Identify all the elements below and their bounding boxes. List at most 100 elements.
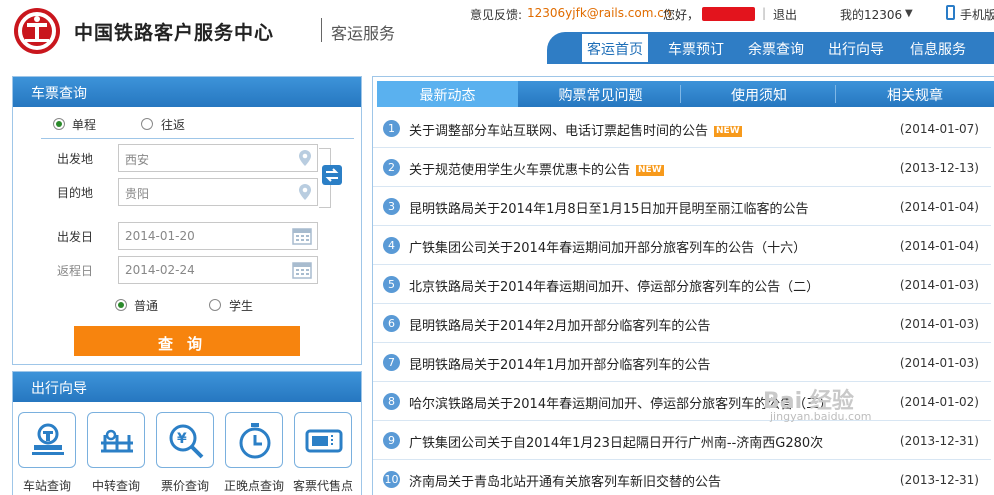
news-date: (2014-01-02) [899, 395, 979, 409]
news-date: (2013-12-13) [899, 161, 979, 175]
station-icon [18, 412, 76, 468]
nav-home[interactable]: 客运首页 [582, 34, 648, 62]
news-number-badge: 1 [383, 120, 400, 137]
nav-remaining-tickets[interactable]: 余票查询 [748, 39, 804, 59]
swap-stations-icon[interactable] [322, 165, 342, 185]
tab-usage-notes[interactable]: 使用须知 [683, 81, 835, 107]
news-number-badge: 7 [383, 354, 400, 371]
search-panel-title: 车票查询 [13, 77, 361, 107]
return-date-input[interactable]: 2014-02-24 [118, 256, 318, 284]
news-number-badge: 6 [383, 315, 400, 332]
to-label: 目的地 [57, 186, 94, 200]
topbar-separator: | [762, 6, 767, 20]
news-item[interactable]: 9 广铁集团公司关于自2014年1月23日起隔日开行广州南--济南西G280次 (2… [373, 421, 991, 460]
greeting-text: 您好， [663, 8, 700, 22]
guide-delay-query[interactable]: 正晚点查询 [224, 412, 284, 494]
news-item[interactable]: 1 关于调整部分车站互联网、电话订票起售时间的公告 NEW (2014-01-07) [373, 109, 991, 148]
news-title-link[interactable]: 广铁集团公司关于自2014年1月23日起隔日开行广州南--济南西G280次 [409, 432, 823, 451]
from-station-input[interactable]: 西安 [118, 144, 318, 172]
site-subtitle: 客运服务 [331, 24, 396, 43]
ticket-search-panel: 车票查询 单程 往返 出发地 西安 目的地 贵阳 出发日 2014-01-20 … [12, 76, 362, 365]
price-search-icon: ¥ [156, 412, 214, 468]
news-number-badge: 5 [383, 276, 400, 293]
news-item[interactable]: 5 北京铁路局关于2014年春运期间加开、停运部分旅客列车的公告（二） (2014-… [373, 265, 991, 304]
round-trip-radio[interactable] [141, 118, 153, 130]
redacted-username [702, 7, 755, 21]
new-badge: NEW [636, 165, 664, 176]
news-number-badge: 9 [383, 432, 400, 449]
return-date-value: 2014-02-24 [125, 263, 195, 277]
news-item[interactable]: 8 哈尔滨铁路局关于2014年春运期间加开、停运部分旅客列车的公告（三） (2014… [373, 382, 991, 421]
guide-label: 正晚点查询 [223, 479, 284, 493]
guide-price-query[interactable]: ¥ 票价查询 [155, 412, 215, 494]
mobile-phone-icon[interactable] [946, 5, 955, 20]
new-badge: NEW [714, 126, 742, 137]
news-title-text: 昆明铁路局关于2014年1月8日至1月15日加开昆明至丽江临客的公告 [409, 202, 809, 217]
location-pin-icon [299, 184, 311, 200]
tab-latest-news[interactable]: 最新动态 [377, 81, 518, 107]
news-tabs: 最新动态 购票常见问题 使用须知 相关规章 [377, 81, 994, 107]
depart-date-label: 出发日 [57, 230, 94, 244]
guide-station-query[interactable]: 车站查询 [17, 412, 77, 494]
news-date: (2014-01-03) [899, 278, 979, 292]
chevron-down-icon[interactable]: ▼ [905, 8, 913, 19]
guide-label: 车站查询 [22, 479, 71, 493]
guide-label: 中转查询 [91, 479, 140, 493]
svg-text:¥: ¥ [177, 431, 187, 447]
guide-label: 票价查询 [160, 479, 209, 493]
railway-logo-icon[interactable] [14, 8, 60, 54]
round-trip-label: 往返 [161, 118, 186, 132]
news-title-link[interactable]: 北京铁路局关于2014年春运期间加开、停运部分旅客列车的公告（二） [409, 276, 819, 295]
logout-link[interactable]: 退出 [773, 6, 797, 23]
news-item[interactable]: 7 昆明铁路局关于2014年1月加开部分临客列车的公告 (2014-01-03) [373, 343, 991, 382]
news-title-link[interactable]: 昆明铁路局关于2014年1月8日至1月15日加开昆明至丽江临客的公告 [409, 198, 808, 217]
news-item[interactable]: 6 昆明铁路局关于2014年2月加开部分临客列车的公告 (2014-01-03) [373, 304, 991, 343]
one-way-label: 单程 [72, 118, 97, 132]
watermark-url: jingyan.baidu.com [770, 410, 872, 423]
news-title-link[interactable]: 关于规范使用学生火车票优惠卡的公告 NEW [409, 159, 664, 178]
transfer-icon [87, 412, 145, 468]
news-date: (2014-01-03) [899, 317, 979, 331]
news-title-text: 昆明铁路局关于2014年1月加开部分临客列车的公告 [409, 358, 711, 373]
adult-ticket-radio[interactable] [115, 299, 127, 311]
news-title-link[interactable]: 广铁集团公司关于2014年春运期间加开部分旅客列车的公告（十六） [409, 237, 806, 256]
guide-ticket-agency[interactable]: 客票代售点 [293, 412, 353, 494]
depart-date-value: 2014-01-20 [125, 229, 195, 243]
student-ticket-label: 学生 [229, 299, 254, 313]
ticket-agency-icon [294, 412, 352, 468]
return-date-label: 返程日 [57, 264, 94, 278]
nav-travel-guide[interactable]: 出行向导 [828, 39, 884, 59]
to-station-input[interactable]: 贵阳 [118, 178, 318, 206]
trip-divider [41, 138, 354, 139]
site-title: 中国铁路客户服务中心 [74, 22, 275, 44]
news-item[interactable]: 2 关于规范使用学生火车票优惠卡的公告 NEW (2013-12-13) [373, 148, 991, 187]
mobile-version-link[interactable]: 手机版 [960, 6, 994, 23]
feedback-label: 意见反馈: [470, 8, 523, 22]
my12306-menu[interactable]: 我的12306 [840, 6, 902, 23]
news-number-badge: 4 [383, 237, 400, 254]
news-title-link[interactable]: 昆明铁路局关于2014年2月加开部分临客列车的公告 [409, 315, 710, 334]
news-item[interactable]: 10 济南局关于青岛北站开通有关旅客列车新旧交替的公告 (2013-12-31) [373, 460, 991, 495]
tab-regulations[interactable]: 相关规章 [835, 81, 994, 107]
news-title-link[interactable]: 关于调整部分车站互联网、电话订票起售时间的公告 NEW [409, 120, 742, 139]
news-date: (2014-01-04) [899, 239, 979, 253]
tab-ticket-faq[interactable]: 购票常见问题 [518, 81, 683, 107]
news-item[interactable]: 3 昆明铁路局关于2014年1月8日至1月15日加开昆明至丽江临客的公告 (2014… [373, 187, 991, 226]
depart-date-input[interactable]: 2014-01-20 [118, 222, 318, 250]
calendar-icon[interactable] [292, 227, 312, 245]
news-title-text: 昆明铁路局关于2014年2月加开部分临客列车的公告 [409, 319, 711, 334]
one-way-radio[interactable] [53, 118, 65, 130]
nav-info-service[interactable]: 信息服务 [910, 39, 966, 59]
query-button[interactable]: 查询 [74, 326, 300, 356]
travel-guide-panel: 出行向导 车站查询 中转查询 ¥ 票价查询 正晚点查询 客票代售点 [12, 371, 362, 495]
feedback-email-link[interactable]: 12306yjfk@rails.com.cn [527, 6, 671, 20]
news-number-badge: 3 [383, 198, 400, 215]
guide-transfer-query[interactable]: 中转查询 [86, 412, 146, 494]
news-item[interactable]: 4 广铁集团公司关于2014年春运期间加开部分旅客列车的公告（十六） (2014-0… [373, 226, 991, 265]
calendar-icon[interactable] [292, 261, 312, 279]
nav-ticket-booking[interactable]: 车票预订 [668, 39, 724, 59]
news-title-link[interactable]: 济南局关于青岛北站开通有关旅客列车新旧交替的公告 [409, 471, 721, 490]
main-nav: 客运首页 车票预订 余票查询 出行向导 信息服务 [547, 32, 994, 64]
news-title-link[interactable]: 昆明铁路局关于2014年1月加开部分临客列车的公告 [409, 354, 710, 373]
student-ticket-radio[interactable] [209, 299, 221, 311]
